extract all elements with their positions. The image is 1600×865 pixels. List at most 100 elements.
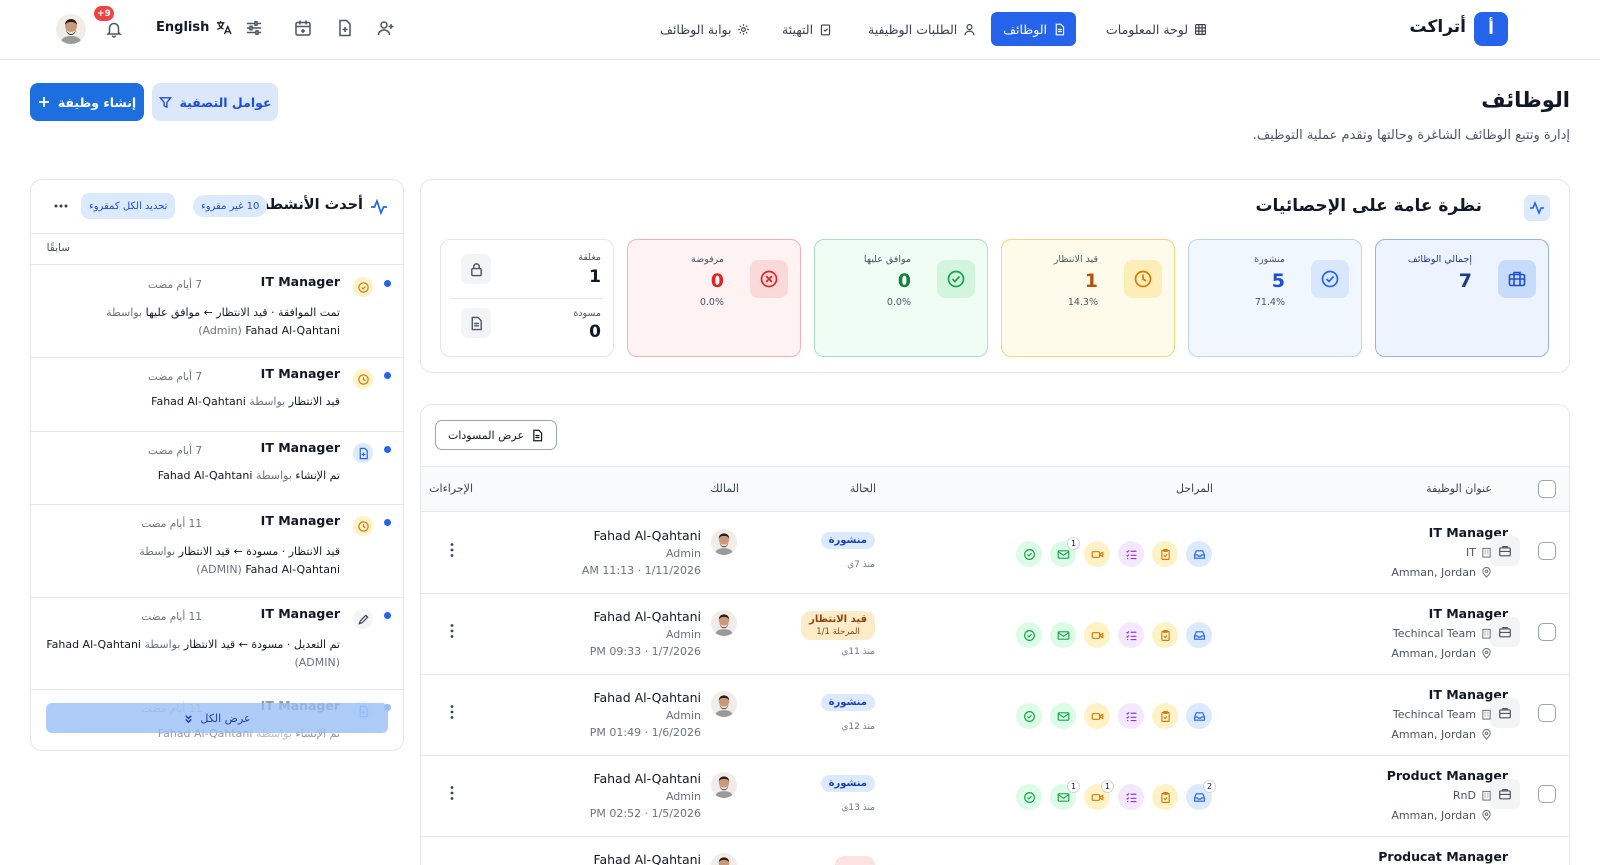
- job-title[interactable]: Producat Manager: [1378, 849, 1508, 864]
- stat-rejected[interactable]: مرفوضة 0 0.0%: [627, 239, 801, 357]
- divider: [31, 431, 403, 432]
- add-user-icon[interactable]: [377, 19, 395, 37]
- stage-clipboard-icon[interactable]: [1152, 541, 1178, 567]
- owner-name: Fahad Al-Qahtani: [593, 690, 701, 705]
- stat-approved-pct: 0.0%: [886, 297, 911, 308]
- briefcase-icon: [1490, 779, 1520, 809]
- job-title[interactable]: Product Manager: [1387, 768, 1508, 783]
- language-switcher[interactable]: English: [156, 19, 233, 36]
- activity-item-title: IT Manager: [260, 366, 340, 381]
- row-checkbox[interactable]: [1538, 785, 1556, 803]
- activity-time: 7 أيام مضت: [148, 279, 202, 291]
- stage-clipboard-icon[interactable]: [1152, 703, 1178, 729]
- bell-icon[interactable]: [105, 20, 123, 38]
- stage-video-icon[interactable]: [1084, 703, 1110, 729]
- stat-pending-value: 1: [1084, 270, 1098, 292]
- stat-total-label: إجمالي الوظائف: [1407, 254, 1472, 265]
- stage-checklist-icon[interactable]: [1118, 622, 1144, 648]
- unread-badge: 10 غير مقروء: [193, 195, 268, 217]
- activity-item-title: IT Manager: [260, 274, 340, 289]
- user-avatar[interactable]: [56, 14, 86, 44]
- view-all-button[interactable]: عرض الكل: [46, 703, 388, 733]
- row-checkbox[interactable]: [1538, 623, 1556, 641]
- gear-icon: [738, 23, 750, 35]
- more-icon[interactable]: [54, 203, 68, 209]
- select-all-checkbox[interactable]: [1538, 480, 1556, 498]
- view-drafts-button[interactable]: عرض المسودات: [435, 420, 557, 450]
- nav-jobs[interactable]: الوظائف: [991, 12, 1076, 46]
- stage-mail-check-icon[interactable]: [1050, 622, 1076, 648]
- stat-closed-draft[interactable]: مغلقة 1 مسودة 0: [440, 239, 614, 357]
- owner-name: Fahad Al-Qahtani: [593, 609, 701, 624]
- check-circle-icon: [1023, 710, 1035, 722]
- stage-check-circle-icon[interactable]: [1016, 784, 1042, 810]
- mark-all-read-button[interactable]: تحديد الكل كمقروء: [81, 193, 176, 219]
- translate-icon: [217, 20, 233, 35]
- stage-clipboard-icon[interactable]: [1152, 622, 1178, 648]
- activity-item-title: IT Manager: [260, 513, 340, 528]
- building-icon: [1482, 628, 1491, 639]
- row-actions-icon[interactable]: [449, 623, 455, 639]
- stat-published[interactable]: منشورة 5 71.4%: [1188, 239, 1362, 357]
- stage-clipboard-icon[interactable]: [1152, 784, 1178, 810]
- row-divider: [420, 836, 1569, 837]
- stat-total[interactable]: إجمالي الوظائف 7: [1375, 239, 1549, 357]
- stage-mail-check-icon[interactable]: 1: [1050, 780, 1080, 810]
- location-text: Amman, Jordan: [1391, 728, 1476, 741]
- activity-description: قيد الانتظار بواسطة Fahad Al-Qahtani: [151, 395, 340, 408]
- checklist-icon: [1125, 792, 1136, 802]
- stat-approved[interactable]: موافق عليها 0 0.0%: [814, 239, 988, 357]
- stage-video-icon[interactable]: 1: [1084, 780, 1114, 810]
- row-checkbox[interactable]: [1538, 542, 1556, 560]
- stage-check-circle-icon[interactable]: [1016, 703, 1042, 729]
- create-job-label: إنشاء وظيفة: [57, 94, 137, 110]
- owner-name: Fahad Al-Qahtani: [593, 528, 701, 543]
- clock-icon: [353, 369, 373, 389]
- nav-applications[interactable]: الطلبات الوظيفية: [858, 12, 986, 46]
- stage-inbox-icon[interactable]: [1186, 541, 1212, 567]
- check-circle-icon: [937, 260, 975, 298]
- check-circle-icon: [353, 277, 373, 297]
- create-job-button[interactable]: إنشاء وظيفة: [30, 83, 144, 121]
- stage-video-icon[interactable]: [1084, 622, 1110, 648]
- job-department: Techincal Team: [1393, 708, 1492, 721]
- stage-check-circle-icon[interactable]: [1016, 622, 1042, 648]
- header-status: الحالة: [849, 482, 876, 495]
- stage-inbox-icon[interactable]: 2: [1186, 780, 1216, 810]
- stage-mail-check-icon[interactable]: [1050, 703, 1076, 729]
- nav-dashboard-label: لوحة المعلومات: [1106, 21, 1189, 37]
- nav-portal-label: بوابة الوظائف: [660, 21, 732, 37]
- row-checkbox[interactable]: [1538, 704, 1556, 722]
- stage-video-icon[interactable]: [1084, 541, 1110, 567]
- stage-check-circle-icon[interactable]: [1016, 541, 1042, 567]
- stage-checklist-icon[interactable]: [1118, 784, 1144, 810]
- nav-dashboard[interactable]: لوحة المعلومات: [1096, 12, 1217, 46]
- mail-check-icon: [1057, 549, 1069, 559]
- activity-time: 11 أيام مضت: [141, 518, 202, 530]
- nav-portal[interactable]: بوابة الوظائف: [650, 12, 760, 46]
- stage-inbox-icon[interactable]: [1186, 703, 1212, 729]
- filters-button[interactable]: عوامل التصفية: [152, 83, 278, 121]
- nav-onboarding[interactable]: التهيئة: [772, 12, 842, 46]
- file-plus-icon[interactable]: [336, 19, 354, 37]
- owner-avatar: [711, 610, 737, 636]
- row-actions-icon[interactable]: [449, 704, 455, 720]
- brand-logo[interactable]: أ: [1474, 12, 1508, 46]
- stage-checklist-icon[interactable]: [1118, 541, 1144, 567]
- grid-icon: [1195, 23, 1207, 35]
- row-actions-icon[interactable]: [449, 542, 455, 558]
- stage-count-badge: 1: [1067, 537, 1080, 550]
- row-actions-icon[interactable]: [449, 785, 455, 801]
- video-icon: [1091, 793, 1103, 801]
- section-label: سابقًا: [46, 242, 70, 254]
- stage-mail-check-icon[interactable]: 1: [1050, 537, 1080, 567]
- calendar-icon[interactable]: [294, 19, 312, 37]
- stage-inbox-icon[interactable]: [1186, 622, 1212, 648]
- briefcase-icon: [1490, 698, 1520, 728]
- stat-pending[interactable]: قيد الانتظار 1 14.3%: [1001, 239, 1175, 357]
- page-title: الوظائف: [1481, 88, 1570, 112]
- filters-label: عوامل التصفية: [179, 94, 272, 110]
- checklist-icon: [1125, 549, 1136, 559]
- sliders-icon[interactable]: [245, 19, 263, 37]
- stage-checklist-icon[interactable]: [1118, 703, 1144, 729]
